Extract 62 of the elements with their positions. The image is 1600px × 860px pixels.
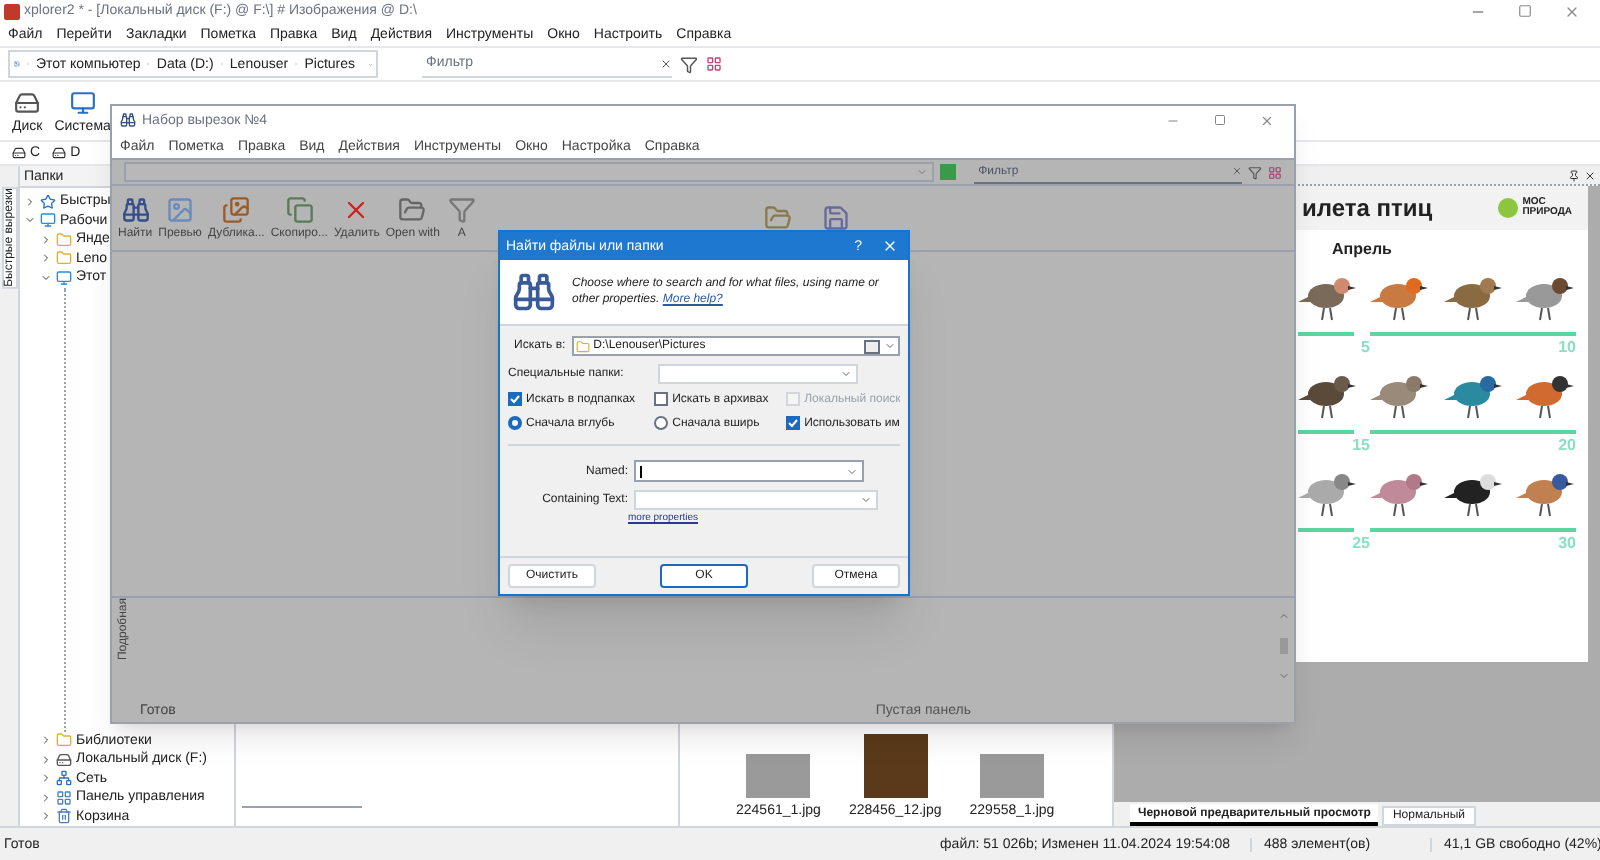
network-icon: [56, 770, 72, 787]
chevron-down-icon[interactable]: [24, 214, 36, 227]
chevron-right-icon[interactable]: [40, 233, 52, 246]
day-number: 30: [1556, 532, 1576, 552]
computer-icon: [69, 89, 96, 115]
month-title: Апрель: [1330, 238, 1394, 258]
trash-icon: [56, 808, 72, 825]
chevron-right-icon[interactable]: [40, 772, 52, 785]
browse-icon[interactable]: [864, 339, 880, 353]
chevron-right-icon[interactable]: [40, 734, 52, 747]
filter-icon[interactable]: [680, 55, 698, 73]
filter-icon[interactable]: [1248, 165, 1263, 179]
monitor-icon: [40, 212, 56, 229]
scrollbar[interactable]: [1278, 610, 1290, 682]
chevron-down-icon[interactable]: [40, 271, 52, 284]
day-number: 10: [1556, 336, 1576, 356]
star-icon: [40, 193, 56, 210]
maximize-icon[interactable]: [1214, 114, 1226, 126]
scroll-up-icon[interactable]: [1278, 610, 1290, 622]
text-field[interactable]: [634, 490, 878, 510]
binoculars-icon: [512, 270, 556, 314]
day-number: 5: [1359, 336, 1370, 356]
maximize-icon[interactable]: [1518, 4, 1532, 18]
checkbox[interactable]: [654, 392, 669, 406]
go-icon[interactable]: [940, 164, 957, 180]
folder-icon[interactable]: [763, 204, 792, 232]
drive-icon: [56, 751, 72, 768]
drive-icon: [14, 89, 41, 115]
name-field[interactable]: [634, 460, 864, 482]
folder-icon: [56, 732, 72, 749]
day-number: 15: [1350, 434, 1370, 454]
picture-icon: [14, 56, 20, 72]
save-icon[interactable]: [821, 204, 850, 232]
poster-title: илета птиц: [1302, 196, 1433, 220]
folder-icon: [398, 196, 427, 224]
chevron-right-icon[interactable]: [40, 791, 52, 804]
photos-icon: [222, 196, 251, 224]
chevron-right-icon[interactable]: [40, 810, 52, 823]
day-number: 20: [1556, 434, 1576, 454]
grid-icon[interactable]: [706, 56, 722, 72]
chevron-right-icon[interactable]: [40, 753, 52, 766]
copy-icon: [285, 196, 314, 224]
filter-icon: [447, 196, 476, 224]
control-panel-icon: [56, 789, 72, 806]
address-bar[interactable]: [124, 162, 935, 182]
close-icon[interactable]: [1584, 169, 1596, 181]
clear-icon[interactable]: [660, 57, 672, 69]
folder-icon: [575, 339, 590, 353]
monitor-icon: [56, 269, 72, 286]
scroll-down-icon[interactable]: [1278, 670, 1290, 682]
app-icon: [120, 112, 136, 128]
chevron-right-icon[interactable]: [24, 195, 36, 208]
day-number: 25: [1350, 532, 1370, 552]
chevron-right-icon[interactable]: [40, 252, 52, 265]
radio-button[interactable]: [508, 416, 522, 430]
binoculars-icon: [121, 196, 150, 224]
grid-icon[interactable]: [1268, 165, 1282, 179]
pin-icon[interactable]: [1568, 169, 1580, 181]
app-icon: [4, 3, 20, 19]
leaf-logo-icon: [1498, 198, 1519, 218]
image-icon: [166, 196, 195, 224]
radio-button[interactable]: [654, 416, 669, 430]
